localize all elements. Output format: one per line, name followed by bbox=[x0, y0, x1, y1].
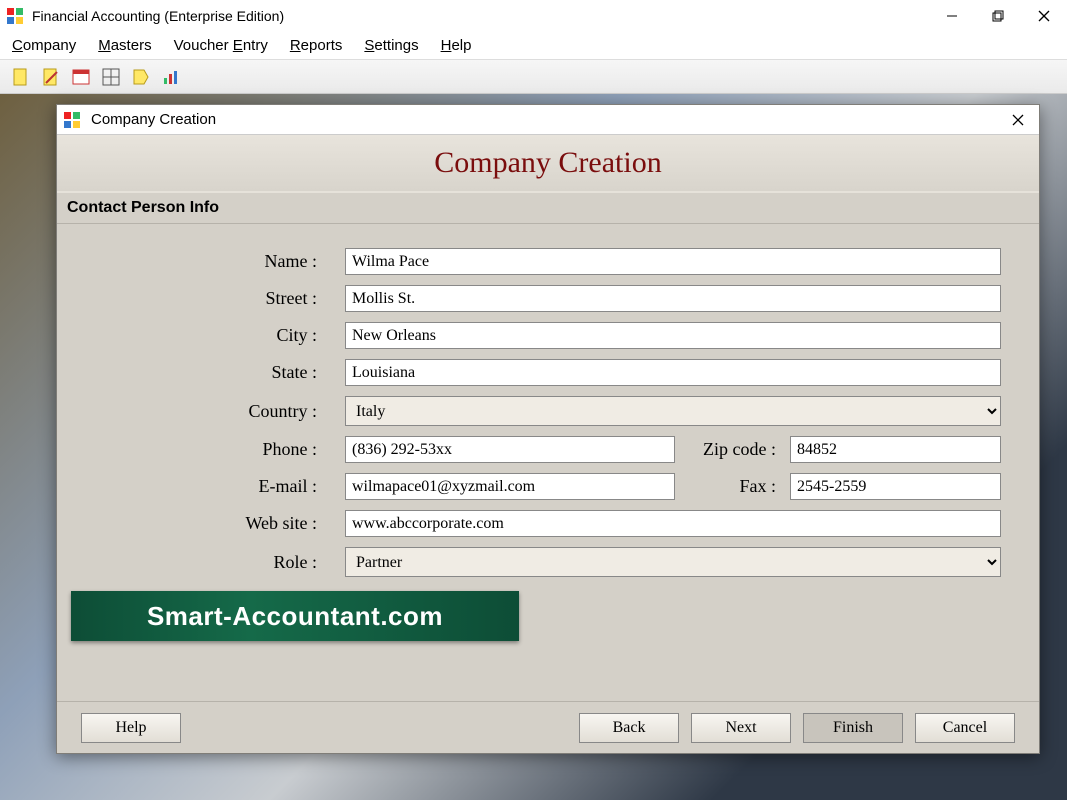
street-input[interactable] bbox=[345, 285, 1001, 312]
back-button[interactable]: Back bbox=[579, 713, 679, 743]
window-buttons bbox=[929, 0, 1067, 32]
state-input[interactable] bbox=[345, 359, 1001, 386]
menu-help[interactable]: Help bbox=[441, 37, 472, 54]
dialog-title-bar: Company Creation bbox=[57, 105, 1039, 135]
menu-bar: Company Masters Voucher Entry Reports Se… bbox=[0, 32, 1067, 60]
new-file-icon[interactable] bbox=[10, 66, 32, 88]
form-area: Name : Street : City : State : Country : bbox=[57, 224, 1039, 701]
email-input[interactable] bbox=[345, 473, 675, 500]
dialog-icon bbox=[63, 111, 81, 129]
state-label: State : bbox=[95, 362, 345, 383]
menu-settings[interactable]: Settings bbox=[364, 37, 418, 54]
tag-icon[interactable] bbox=[130, 66, 152, 88]
help-button[interactable]: Help bbox=[81, 713, 181, 743]
website-input[interactable] bbox=[345, 510, 1001, 537]
city-input[interactable] bbox=[345, 322, 1001, 349]
website-label: Web site : bbox=[95, 513, 345, 534]
app-icon bbox=[6, 7, 24, 25]
finish-button[interactable]: Finish bbox=[803, 713, 903, 743]
dialog-close-button[interactable] bbox=[997, 105, 1039, 135]
country-select[interactable]: Italy bbox=[345, 396, 1001, 426]
title-bar: Financial Accounting (Enterprise Edition… bbox=[0, 0, 1067, 32]
cancel-button[interactable]: Cancel bbox=[915, 713, 1015, 743]
dialog-header: Company Creation bbox=[57, 135, 1039, 191]
zip-input[interactable] bbox=[790, 436, 1001, 463]
edit-file-icon[interactable] bbox=[40, 66, 62, 88]
watermark-banner: Smart-Accountant.com bbox=[71, 591, 519, 641]
maximize-button[interactable] bbox=[975, 0, 1021, 32]
fax-label: Fax : bbox=[675, 476, 790, 497]
city-label: City : bbox=[95, 325, 345, 346]
street-label: Street : bbox=[95, 288, 345, 309]
button-bar: Help Back Next Finish Cancel bbox=[57, 701, 1039, 753]
menu-voucher-entry[interactable]: Voucher Entry bbox=[174, 37, 268, 54]
phone-label: Phone : bbox=[95, 439, 345, 460]
toolbar bbox=[0, 60, 1067, 94]
app-window: Financial Accounting (Enterprise Edition… bbox=[0, 0, 1067, 800]
zip-label: Zip code : bbox=[675, 439, 790, 460]
email-label: E-mail : bbox=[95, 476, 345, 497]
name-label: Name : bbox=[95, 251, 345, 272]
fax-input[interactable] bbox=[790, 473, 1001, 500]
section-heading: Contact Person Info bbox=[57, 191, 1039, 224]
phone-input[interactable] bbox=[345, 436, 675, 463]
close-button[interactable] bbox=[1021, 0, 1067, 32]
dialog-title: Company Creation bbox=[91, 111, 216, 128]
grid-icon[interactable] bbox=[100, 66, 122, 88]
next-button[interactable]: Next bbox=[691, 713, 791, 743]
menu-reports[interactable]: Reports bbox=[290, 37, 343, 54]
minimize-button[interactable] bbox=[929, 0, 975, 32]
chart-icon[interactable] bbox=[160, 66, 182, 88]
calendar-icon[interactable] bbox=[70, 66, 92, 88]
name-input[interactable] bbox=[345, 248, 1001, 275]
role-label: Role : bbox=[95, 552, 345, 573]
country-label: Country : bbox=[95, 401, 345, 422]
window-title: Financial Accounting (Enterprise Edition… bbox=[32, 8, 284, 24]
menu-masters[interactable]: Masters bbox=[98, 37, 151, 54]
company-creation-dialog: Company Creation Company Creation Contac… bbox=[56, 104, 1040, 754]
role-select[interactable]: Partner bbox=[345, 547, 1001, 577]
workspace-background: Company Creation Company Creation Contac… bbox=[0, 94, 1067, 800]
menu-company[interactable]: Company bbox=[12, 37, 76, 54]
